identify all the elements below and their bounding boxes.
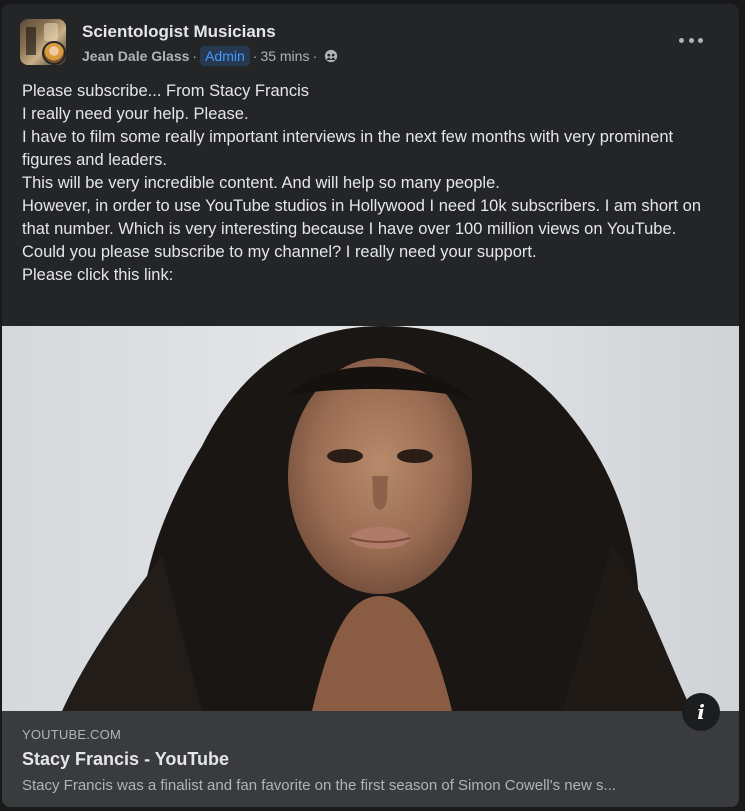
meta-separator: · [312,48,318,64]
post-line: Please subscribe... From Stacy Francis [22,82,310,100]
post-line: Please click this link: [22,266,174,284]
author-name-link[interactable]: Jean Dale Glass [82,48,189,64]
dot [679,37,684,43]
post-body-text: Please subscribe... From Stacy Francis I… [22,80,722,287]
info-glyph: i [697,700,705,724]
group-avatar-detail-2 [44,23,58,41]
info-icon[interactable]: i [682,693,720,731]
link-preview-image[interactable] [2,326,739,711]
post-line: I really need your help. Please. [22,105,249,123]
group-avatar-detail [26,27,36,55]
post-line: Could you please subscribe to my channel… [22,243,537,261]
dot [688,37,694,43]
link-domain: YOUTUBE.COM [22,727,121,742]
post-line: I have to film some really important int… [22,128,674,169]
group-name-link[interactable]: Scientologist Musicians [82,22,276,42]
post-line: This will be very incredible content. An… [22,174,500,192]
post-line: However, in order to use YouTube studios… [22,197,702,238]
post-meta: Jean Dale Glass · Admin · 35 mins · [82,45,338,67]
link-title[interactable]: Stacy Francis - YouTube [22,749,229,770]
admin-badge[interactable]: Admin [200,46,250,66]
more-options-icon[interactable] [674,30,708,50]
avatar-stack[interactable] [20,19,66,65]
post-card: Scientologist Musicians Jean Dale Glass … [2,4,739,807]
meta-separator: · [192,48,198,64]
dot [698,37,703,43]
link-preview-card[interactable]: YOUTUBE.COM Stacy Francis - YouTube Stac… [2,711,739,807]
author-avatar[interactable] [42,41,66,65]
timestamp-link[interactable]: 35 mins [260,48,309,64]
link-description: Stacy Francis was a finalist and fan fav… [22,777,616,794]
meta-separator: · [252,48,258,64]
post-header: Scientologist Musicians Jean Dale Glass … [2,4,739,74]
group-audience-icon[interactable] [324,49,338,63]
portrait-photo [2,326,739,711]
